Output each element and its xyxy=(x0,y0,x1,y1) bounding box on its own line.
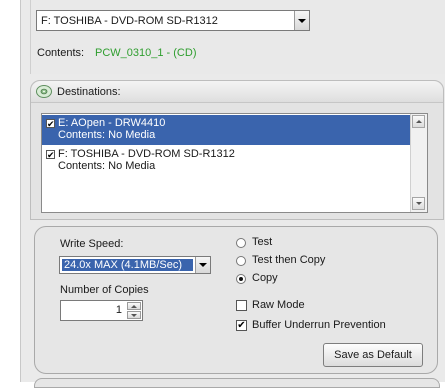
radio-test[interactable] xyxy=(236,238,246,248)
stepper-down-button[interactable] xyxy=(127,311,141,319)
destinations-title: Destinations: xyxy=(57,86,121,98)
destination-checkbox[interactable]: ✔ xyxy=(46,150,55,160)
write-speed-value: 24.0x MAX (4.1MB/Sec) xyxy=(62,259,193,271)
next-panel-edge xyxy=(34,378,440,388)
radio-test-label: Test xyxy=(252,236,273,248)
list-item[interactable]: ✔ F: TOSHIBA - DVD-ROM SD-R1312 Contents… xyxy=(42,146,411,176)
scroll-up-button[interactable] xyxy=(412,115,425,128)
destinations-header: Destinations: xyxy=(31,81,443,103)
radio-copy-label: Copy xyxy=(252,272,278,284)
destination-drive: E: AOpen - DRW4410 xyxy=(58,117,166,129)
scroll-down-button[interactable] xyxy=(412,197,425,210)
radio-test-then-copy-label: Test then Copy xyxy=(252,254,326,266)
disc-drive-icon xyxy=(36,85,52,98)
chevron-down-icon[interactable] xyxy=(294,11,309,30)
raw-mode-checkbox[interactable] xyxy=(236,300,247,311)
source-drive-value: F: TOSHIBA - DVD-ROM SD-R1312 xyxy=(41,14,218,27)
destination-contents: Contents: No Media xyxy=(58,129,156,141)
buffer-underrun-checkbox[interactable]: ✔ xyxy=(236,320,247,331)
contents-label: Contents: xyxy=(37,47,85,59)
stepper-up-button[interactable] xyxy=(127,302,141,310)
contents-value: PCW_0310_1 - (CD) xyxy=(95,47,197,59)
radio-copy[interactable] xyxy=(236,274,246,284)
copies-label: Number of Copies xyxy=(60,284,149,296)
write-speed-label: Write Speed: xyxy=(60,238,124,250)
copies-stepper[interactable]: 1 xyxy=(60,300,143,321)
chevron-down-icon[interactable] xyxy=(195,257,210,273)
destinations-list[interactable]: ✔ E: AOpen - DRW4410 Contents: No Media … xyxy=(41,113,428,213)
destination-drive: F: TOSHIBA - DVD-ROM SD-R1312 xyxy=(58,148,235,160)
vertical-scrollbar[interactable] xyxy=(410,114,427,212)
raw-mode-label: Raw Mode xyxy=(252,299,305,311)
copies-value: 1 xyxy=(115,304,122,316)
destination-contents: Contents: No Media xyxy=(58,160,156,172)
buffer-underrun-label: Buffer Underrun Prevention xyxy=(252,319,386,331)
radio-test-then-copy[interactable] xyxy=(236,256,246,266)
save-as-default-button[interactable]: Save as Default xyxy=(323,343,423,367)
source-drive-select[interactable]: F: TOSHIBA - DVD-ROM SD-R1312 xyxy=(36,10,310,31)
write-speed-select[interactable]: 24.0x MAX (4.1MB/Sec) xyxy=(59,256,211,274)
list-item[interactable]: ✔ E: AOpen - DRW4410 Contents: No Media xyxy=(42,115,411,145)
destination-checkbox[interactable]: ✔ xyxy=(46,119,55,129)
